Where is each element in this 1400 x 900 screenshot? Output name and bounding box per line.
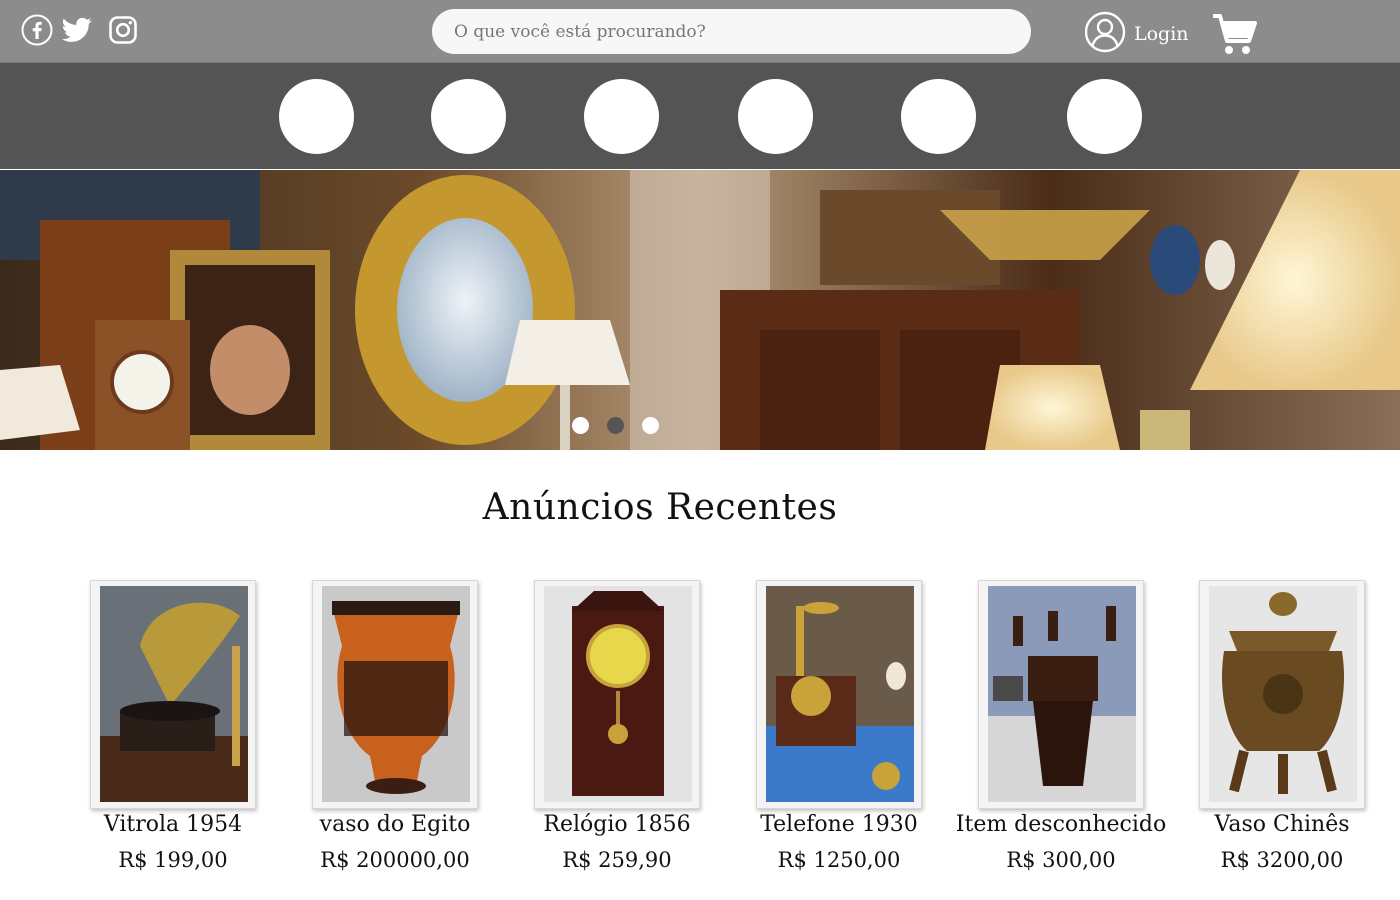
product-image	[312, 580, 478, 809]
category-button-1[interactable]	[279, 79, 354, 154]
search-input[interactable]	[432, 9, 1031, 54]
product-name: Vitrola 1954	[103, 812, 243, 837]
login-button[interactable]: Login	[1084, 11, 1189, 57]
product-price: R$ 259,90	[562, 848, 672, 872]
product-card[interactable]: Vaso Chinês R$ 3200,00	[1199, 580, 1399, 880]
carousel-dot-3[interactable]	[642, 417, 659, 434]
product-price: R$ 200000,00	[320, 848, 470, 872]
twitter-icon[interactable]	[61, 14, 93, 46]
facebook-icon[interactable]	[21, 14, 53, 46]
product-price: R$ 300,00	[1006, 848, 1116, 872]
product-card[interactable]: Vitrola 1954 R$ 199,00	[90, 580, 290, 880]
product-name: Item desconhecido	[955, 812, 1167, 837]
category-button-2[interactable]	[431, 79, 506, 154]
shopping-cart-icon[interactable]	[1210, 11, 1258, 57]
section-title: Anúncios Recentes	[482, 487, 838, 528]
user-circle-icon	[1084, 11, 1126, 57]
product-price: R$ 1250,00	[777, 848, 901, 872]
product-image	[90, 580, 256, 809]
product-card[interactable]: Telefone 1930 R$ 1250,00	[756, 580, 956, 880]
top-bar: Login	[0, 0, 1400, 63]
product-name: Relógio 1856	[543, 812, 691, 837]
product-card[interactable]: Item desconhecido R$ 300,00	[956, 580, 1178, 880]
product-image	[1199, 580, 1365, 809]
product-image	[756, 580, 922, 809]
product-name: Telefone 1930	[760, 812, 918, 837]
product-price: R$ 3200,00	[1220, 848, 1344, 872]
carousel-dot-2[interactable]	[607, 417, 624, 434]
product-card[interactable]: vaso do Egito R$ 200000,00	[312, 580, 512, 880]
antique-shop-photo	[0, 170, 1400, 450]
instagram-icon[interactable]	[107, 14, 139, 46]
category-bar	[0, 63, 1400, 169]
product-image	[978, 580, 1144, 809]
product-card[interactable]: Relógio 1856 R$ 259,90	[534, 580, 734, 880]
product-name: Vaso Chinês	[1214, 812, 1350, 837]
category-button-4[interactable]	[738, 79, 813, 154]
product-image	[534, 580, 700, 809]
hero-banner[interactable]	[0, 170, 1400, 450]
login-label: Login	[1134, 23, 1189, 45]
carousel-dot-1[interactable]	[572, 417, 589, 434]
category-button-3[interactable]	[584, 79, 659, 154]
category-button-6[interactable]	[1067, 79, 1142, 154]
product-name: vaso do Egito	[319, 812, 471, 837]
product-price: R$ 199,00	[118, 848, 228, 872]
category-button-5[interactable]	[901, 79, 976, 154]
